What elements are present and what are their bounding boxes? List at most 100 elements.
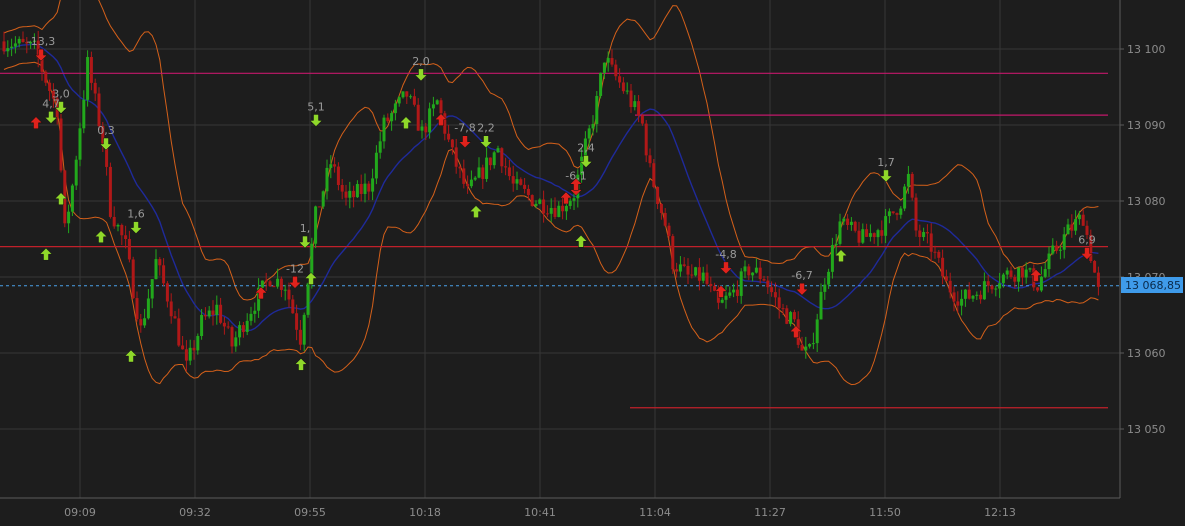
candle-body (891, 211, 895, 214)
candle-body (48, 82, 52, 91)
candle-body (922, 232, 926, 238)
candle-body (910, 173, 914, 198)
candle-body (956, 301, 960, 306)
y-tick-label: 13 090 (1127, 119, 1166, 132)
candle-body (329, 164, 333, 168)
candle-body (789, 312, 793, 324)
candle-body (135, 298, 139, 320)
candle-body (481, 167, 485, 179)
candle-body (709, 283, 713, 287)
candle-body (633, 101, 637, 108)
candle-body (743, 266, 747, 272)
candle-body (758, 267, 762, 279)
candle-body (268, 281, 272, 287)
candle-body (523, 184, 527, 189)
candle-body (6, 48, 10, 52)
candle-body (762, 278, 766, 281)
candle-body (553, 207, 557, 217)
candle-body (979, 294, 983, 300)
candle-body (120, 224, 124, 236)
candle-body (967, 289, 971, 299)
candle-body (245, 320, 249, 332)
current-price-label: 13 068,85 (1125, 279, 1181, 292)
candle-body (401, 91, 405, 98)
signal-label: 1,6 (127, 208, 145, 221)
candle-body (675, 269, 679, 272)
candle-body (1036, 287, 1040, 291)
candle-body (732, 289, 736, 293)
candle-body (86, 57, 90, 100)
candle-body (317, 206, 321, 208)
candle-body (1074, 219, 1078, 231)
candle-body (450, 139, 454, 148)
candle-body (222, 322, 226, 327)
candle-body (435, 100, 439, 105)
candle-body (2, 41, 6, 52)
candle-body (200, 314, 204, 337)
candle-body (321, 191, 325, 207)
candle-body (971, 295, 975, 299)
candle-body (808, 344, 812, 347)
candle-body (1055, 245, 1059, 251)
candle-body (944, 276, 948, 281)
candle-body (226, 326, 230, 328)
candle-body (447, 133, 451, 140)
candle-body (561, 205, 565, 212)
candle-body (116, 224, 120, 227)
candle-body (272, 286, 276, 288)
x-tick-label: 11:50 (869, 506, 901, 519)
candle-body (1066, 224, 1070, 235)
candle-body (352, 190, 356, 198)
candle-body (644, 123, 648, 156)
candle-body (827, 271, 831, 285)
candle-body (306, 283, 310, 315)
candle-body (629, 90, 633, 108)
candle-body (131, 259, 135, 299)
candle-body (564, 205, 568, 212)
candle-body (906, 173, 910, 187)
candle-body (97, 93, 101, 127)
candle-body (492, 152, 496, 166)
candle-body (880, 230, 884, 236)
candle-body (260, 280, 264, 288)
candle-body (378, 141, 382, 153)
candle-body (751, 272, 755, 276)
candle-body (705, 272, 709, 284)
candle-body (177, 318, 181, 346)
candle-body (287, 289, 291, 300)
candle-body (929, 233, 933, 252)
candle-body (150, 279, 154, 299)
candle-body (853, 221, 857, 231)
current-price-tag: 13 068,85 (1121, 277, 1183, 293)
candle-body (249, 313, 253, 321)
signal-label: 3,0 (52, 88, 70, 101)
candle-body (595, 95, 599, 125)
candle-body (466, 183, 470, 187)
candle-body (17, 38, 21, 44)
candle-body (804, 346, 808, 351)
price-chart[interactable]: -13,34,73,00,31,6-121,5,12,0-7,8 2,22,4-6… (0, 0, 1185, 526)
candle-body (165, 283, 169, 302)
candle-body (648, 155, 652, 164)
candle-body (78, 128, 82, 160)
x-tick-label: 11:04 (639, 506, 671, 519)
candle-body (291, 299, 295, 314)
candle-body (169, 301, 173, 317)
y-tick-label: 13 050 (1127, 423, 1166, 436)
signal-label: 2,0 (412, 55, 430, 68)
candle-body (1077, 214, 1081, 220)
candle-body (637, 101, 641, 116)
candle-body (739, 271, 743, 296)
candle-body (830, 245, 834, 272)
candle-body (515, 179, 519, 184)
candle-body (367, 183, 371, 192)
candle-body (488, 157, 492, 166)
signal-label: -6,7 (791, 269, 812, 282)
candle-body (587, 128, 591, 139)
candle-body (500, 148, 504, 167)
y-tick-label: 13 100 (1127, 43, 1166, 56)
candle-body (355, 184, 359, 198)
candle-body (606, 58, 610, 63)
candle-body (659, 204, 663, 213)
candle-body (982, 281, 986, 300)
